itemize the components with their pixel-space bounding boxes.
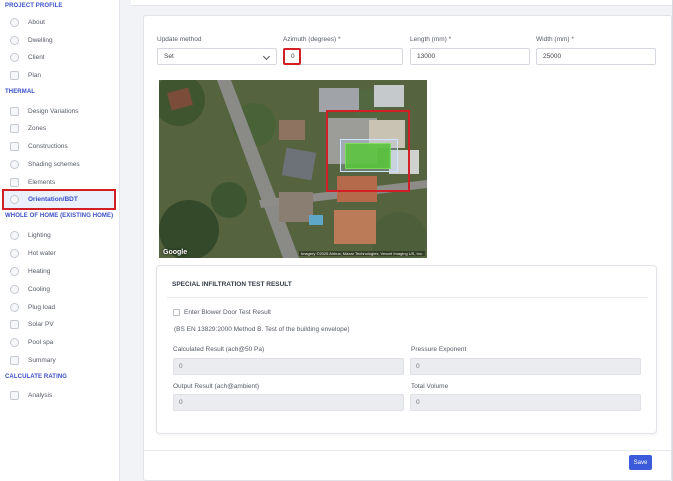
sidebar-item-label: Cooling: [28, 286, 51, 293]
sidebar-item-hot-water[interactable]: Hot water: [4, 245, 114, 262]
sidebar-item-elements[interactable]: Elements: [4, 174, 114, 191]
sidebar-item-summary[interactable]: Summary: [4, 352, 114, 369]
sidebar-item-lighting[interactable]: Lighting: [4, 227, 114, 244]
pressure-exponent-label: Pressure Exponent: [411, 346, 467, 353]
sidebar-item-label: Dwelling: [28, 37, 53, 44]
plug-icon: [10, 303, 19, 312]
pressure-exponent-field: 0: [410, 358, 641, 375]
layers-icon: [10, 107, 19, 116]
sidebar-item-label: Design Variations: [28, 108, 79, 115]
sidebar-item-solar-pv[interactable]: Solar PV: [4, 316, 114, 333]
sidebar-item-label: Plan: [28, 72, 42, 79]
google-logo: Google: [163, 249, 188, 256]
sidebar-item-label: Heating: [28, 268, 51, 275]
sidebar: PROJECT PROFILE About Dwelling Client Pl…: [0, 0, 120, 481]
user-icon: [10, 53, 19, 62]
sidebar-item-label: Analysis: [28, 392, 53, 399]
flame-icon: [10, 267, 19, 276]
divider: [167, 297, 648, 298]
sidebar-item-label: Lighting: [28, 232, 51, 239]
sidebar-item-label: Summary: [28, 357, 56, 364]
footer-divider: [144, 450, 671, 451]
total-volume-label: Total Volume: [411, 383, 449, 390]
map-highlight-box: [326, 110, 410, 192]
water-drop-icon: [10, 249, 19, 258]
sidebar-item-label: About: [28, 19, 45, 26]
calculated-result-field: 0: [173, 358, 404, 375]
sidebar-item-label: Zones: [28, 125, 47, 132]
grid-icon: [10, 124, 19, 133]
section-title-project-profile: PROJECT PROFILE: [5, 3, 63, 9]
sidebar-item-plug-load[interactable]: Plug load: [4, 299, 114, 316]
sidebar-item-zones[interactable]: Zones: [4, 120, 114, 137]
sidebar-item-shading-schemes[interactable]: Shading schemes: [4, 156, 114, 173]
window-icon: [10, 178, 19, 187]
sidebar-item-label: Hot water: [28, 250, 56, 257]
azimuth-input[interactable]: [283, 48, 403, 65]
width-input[interactable]: 25000: [536, 48, 656, 65]
sidebar-item-label: Plug load: [28, 304, 56, 311]
update-method-label: Update method: [157, 36, 202, 43]
sidebar-item-heating[interactable]: Heating: [4, 263, 114, 280]
blower-door-checkbox-label: Enter Blower Door Test Result: [184, 309, 271, 316]
sidebar-item-analysis[interactable]: Analysis: [4, 387, 114, 404]
azimuth-value-highlight: 0: [283, 48, 301, 65]
section-title-whole-of-home: WHOLE OF HOME (EXISTING HOME): [5, 213, 114, 219]
sidebar-item-label: Shading schemes: [28, 161, 80, 168]
length-input[interactable]: 13000: [410, 48, 530, 65]
section-title-thermal: THERMAL: [5, 89, 36, 95]
lightbulb-icon: [10, 231, 19, 240]
pool-icon: [10, 338, 19, 347]
tools-icon: [10, 142, 19, 151]
infiltration-panel: SPECIAL INFILTRATION TEST RESULT Enter B…: [156, 265, 657, 434]
sidebar-item-client[interactable]: Client: [4, 49, 114, 66]
umbrella-icon: [10, 160, 19, 169]
sidebar-item-label: Elements: [28, 179, 56, 186]
sidebar-item-design-variations[interactable]: Design Variations: [4, 103, 114, 120]
sidebar-item-label: Constructions: [28, 143, 68, 150]
sidebar-item-label: Pool spa: [28, 339, 54, 346]
compass-icon: [10, 195, 19, 204]
document-icon: [10, 356, 19, 365]
map-attribution: Imagery ©2025 Airbus, Maxar Technologies…: [298, 251, 425, 256]
length-label: Length (mm) *: [410, 36, 452, 43]
plan-icon: [10, 71, 19, 80]
location-pin-icon: [10, 36, 19, 45]
sidebar-item-label: Orientation/BDT: [28, 196, 78, 203]
sidebar-item-about[interactable]: About: [4, 14, 114, 31]
output-result-label: Output Result (ach@ambient): [173, 383, 260, 390]
calculated-result-label: Calculated Result (ach@50 Pa): [173, 346, 265, 353]
section-title-calculate-rating: CALCULATE RATING: [5, 374, 68, 380]
total-volume-field: 0: [410, 394, 641, 411]
width-label: Width (mm) *: [536, 36, 574, 43]
sidebar-item-label: Solar PV: [28, 321, 54, 328]
sidebar-item-constructions[interactable]: Constructions: [4, 138, 114, 155]
output-result-field: 0: [173, 394, 404, 411]
update-method-select[interactable]: Set: [157, 48, 277, 65]
sidebar-item-label: Client: [28, 54, 45, 61]
sidebar-item-orientation[interactable]: Orientation/BDT: [2, 189, 116, 210]
satellite-map[interactable]: Google Imagery ©2025 Airbus, Maxar Techn…: [159, 80, 427, 258]
chart-icon: [10, 391, 19, 400]
info-icon: [10, 18, 19, 27]
sidebar-item-dwelling[interactable]: Dwelling: [4, 32, 114, 49]
sidebar-item-plan[interactable]: Plan: [4, 67, 114, 84]
sidebar-item-pool-spa[interactable]: Pool spa: [4, 334, 114, 351]
azimuth-label: Azimuth (degrees) *: [283, 36, 341, 43]
blower-door-checkbox[interactable]: [173, 309, 180, 316]
top-bar: [131, 0, 673, 6]
blower-door-checkbox-row[interactable]: Enter Blower Door Test Result: [173, 309, 271, 316]
solar-panel-icon: [10, 320, 19, 329]
sidebar-item-cooling[interactable]: Cooling: [4, 281, 114, 298]
snowflake-icon: [10, 285, 19, 294]
standard-note: (BS EN 13829:2000 Method B. Test of the …: [174, 326, 350, 333]
infiltration-title: SPECIAL INFILTRATION TEST RESULT: [172, 281, 292, 288]
save-button[interactable]: Save: [629, 455, 652, 470]
